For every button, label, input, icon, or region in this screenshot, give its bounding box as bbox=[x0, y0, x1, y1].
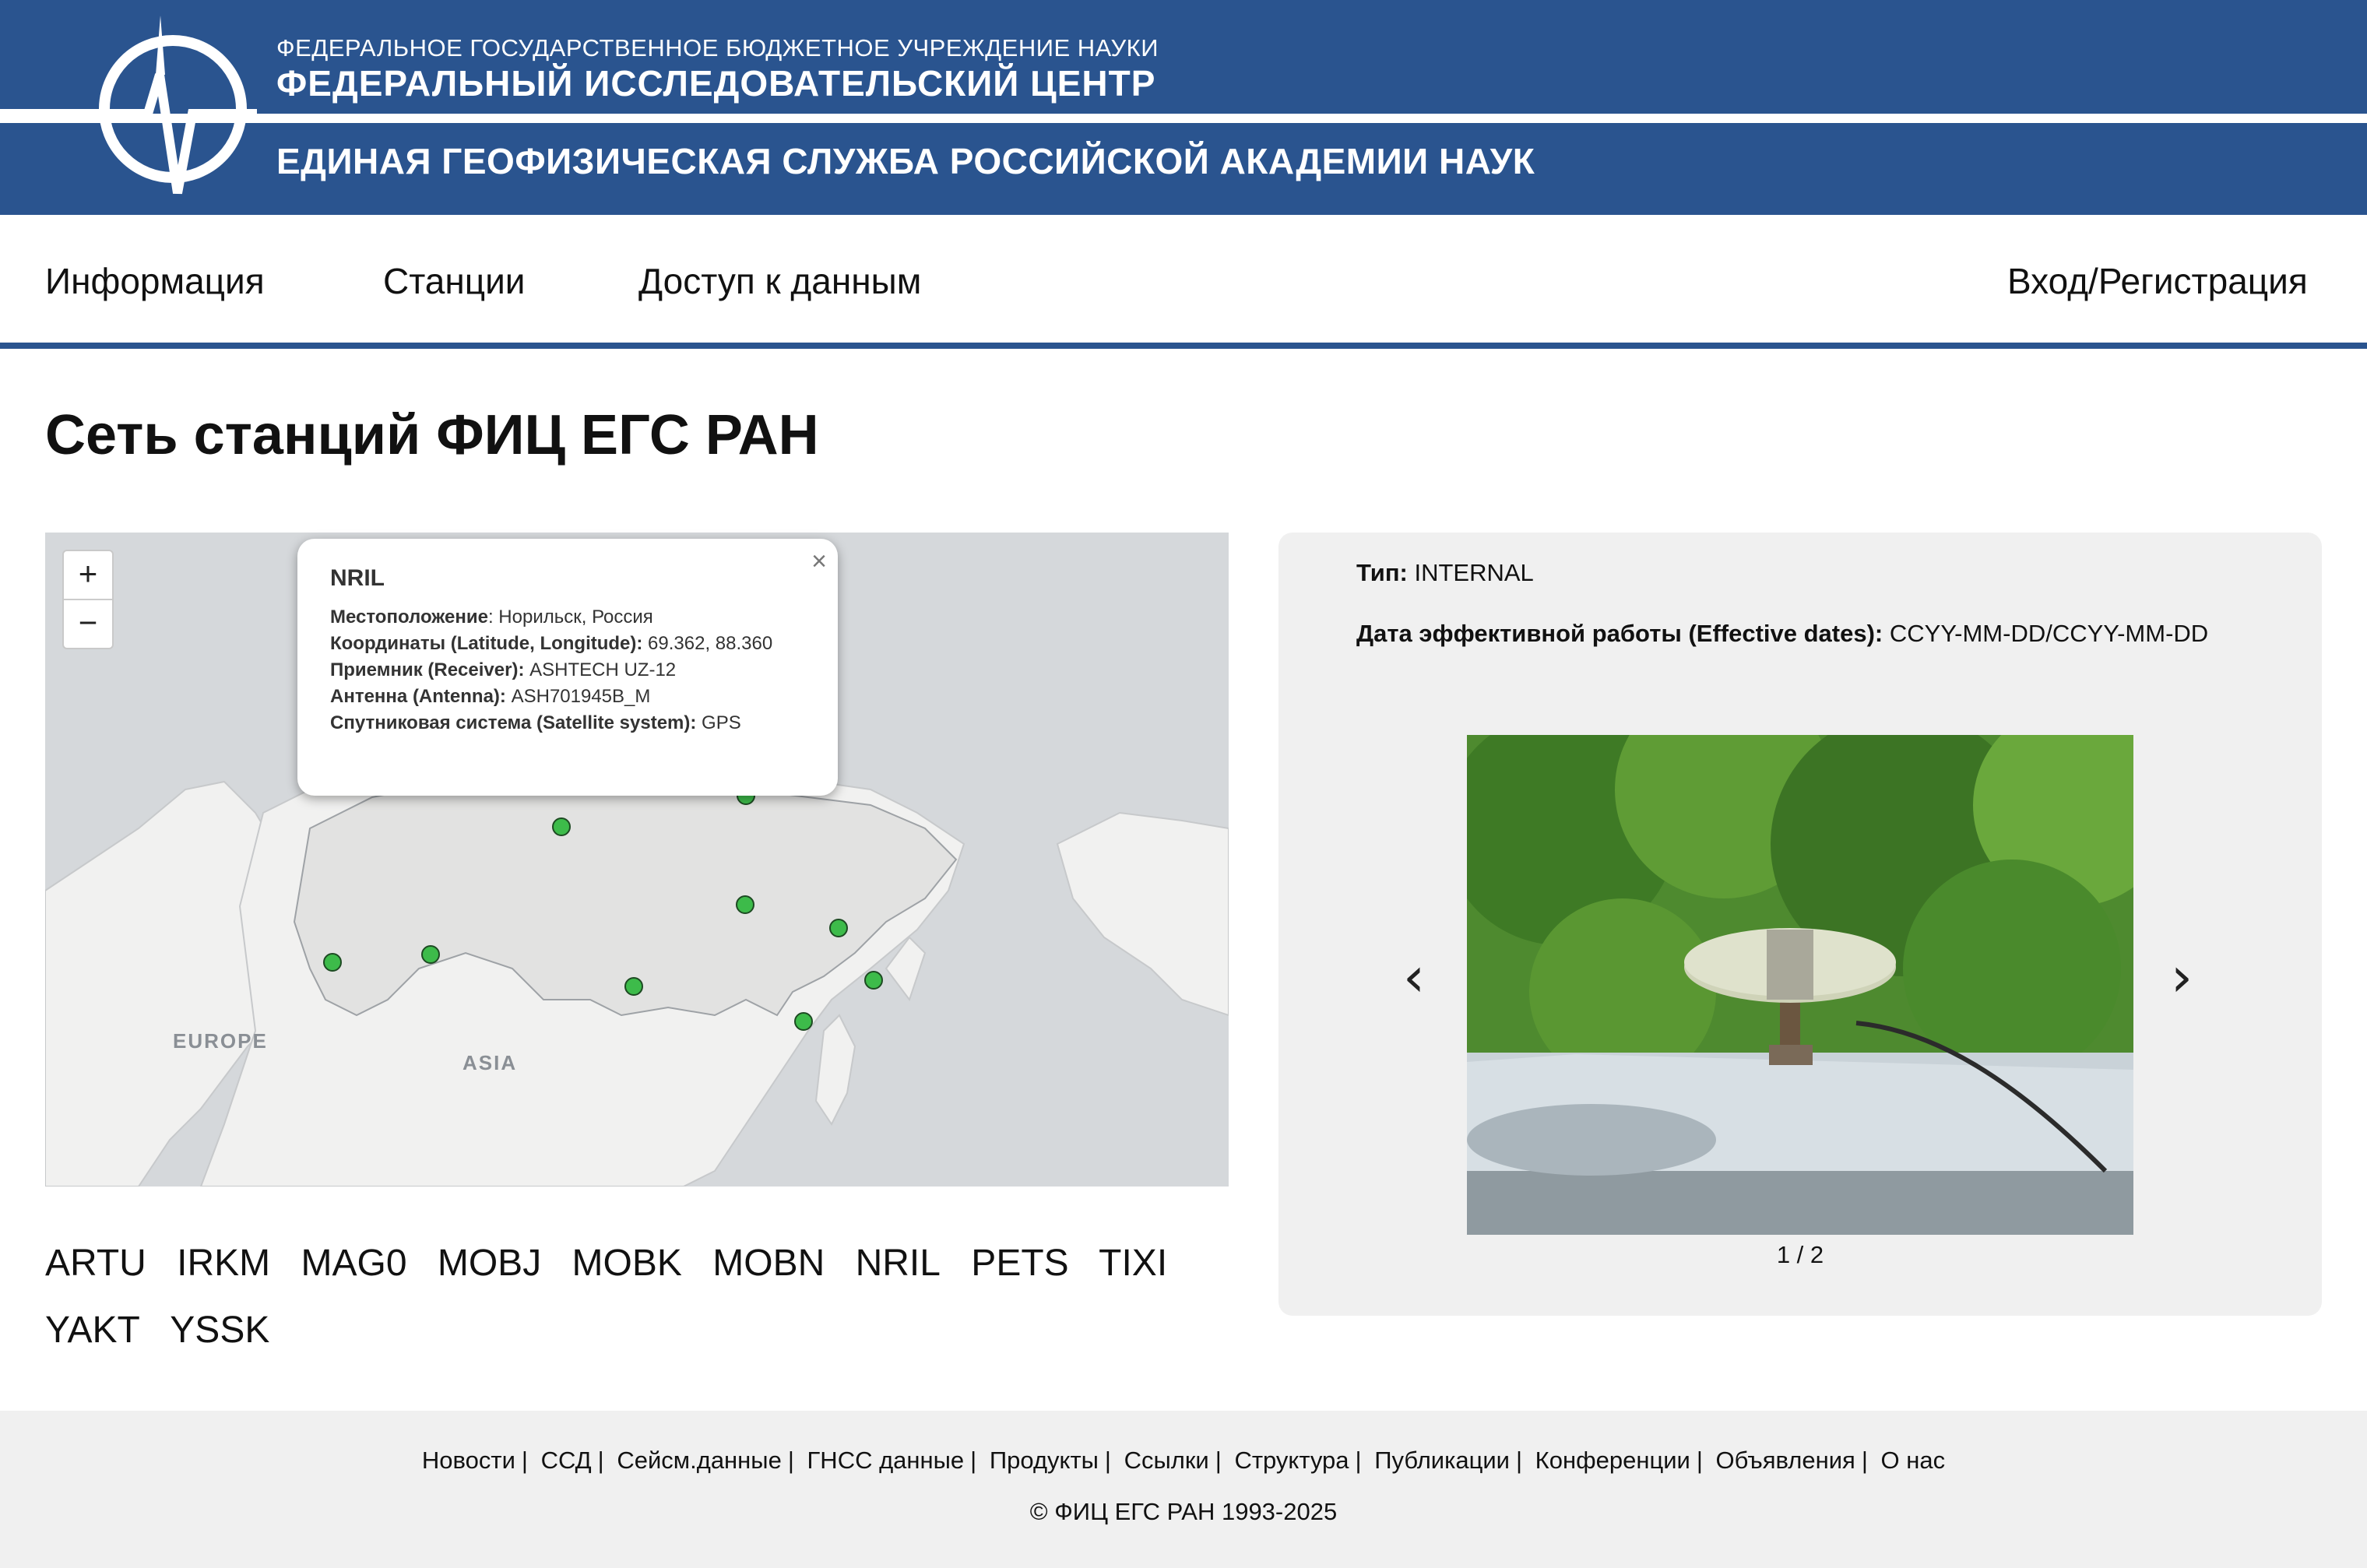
popup-coords-label: Координаты (Latitude, Longitude): bbox=[330, 633, 643, 654]
popup-location-value: : Норильск, Россия bbox=[487, 606, 653, 628]
header-banner: ФЕДЕРАЛЬНОЕ ГОСУДАРСТВЕННОЕ БЮДЖЕТНОЕ УЧ… bbox=[0, 0, 2367, 215]
org-line-1: ФЕДЕРАЛЬНОЕ ГОСУДАРСТВЕННОЕ БЮДЖЕТНОЕ УЧ… bbox=[276, 34, 1159, 62]
footer-separator: | bbox=[1696, 1447, 1703, 1474]
popup-location-label: Местоположение bbox=[330, 606, 488, 628]
footer-separator: | bbox=[787, 1447, 794, 1474]
station-marker bbox=[624, 977, 643, 996]
header-stripe bbox=[0, 114, 2367, 123]
footer-separator: | bbox=[1515, 1447, 1523, 1474]
page-title: Сеть станций ФИЦ ЕГС РАН bbox=[45, 404, 819, 466]
popup-satellite-value: GPS bbox=[696, 712, 741, 733]
nav-item-information[interactable]: Информация bbox=[45, 260, 265, 302]
popup-close-icon[interactable]: × bbox=[811, 547, 827, 577]
station-link[interactable]: NRIL bbox=[856, 1243, 941, 1284]
station-marker bbox=[864, 971, 883, 990]
popup-coords-value: 69.362, 88.360 bbox=[642, 633, 773, 654]
type-value: INTERNAL bbox=[1407, 559, 1534, 586]
footer-link-products[interactable]: Продукты bbox=[990, 1447, 1099, 1474]
station-photo bbox=[1467, 735, 2133, 1235]
station-marker bbox=[794, 1012, 813, 1031]
login-link[interactable]: Вход/Регистрация bbox=[2007, 260, 2308, 302]
footer-links: Новости | ССД | Сейсм.данные | ГНСС данные |… bbox=[0, 1447, 2367, 1475]
popup-satellite-label: Спутниковая система (Satellite system): bbox=[330, 712, 697, 733]
popup-receiver-label: Приемник (Receiver): bbox=[330, 659, 525, 680]
type-row: Тип: INTERNAL bbox=[1356, 559, 1534, 587]
nav-item-stations[interactable]: Станции bbox=[383, 260, 526, 302]
footer-link-gnss-data[interactable]: ГНСС данные bbox=[807, 1447, 965, 1474]
station-details-panel: Тип: INTERNAL Дата эффективной работы (E… bbox=[1278, 533, 2322, 1316]
station-link[interactable]: YSSK bbox=[170, 1310, 269, 1351]
station-link[interactable]: PETS bbox=[971, 1243, 1068, 1284]
popup-body: Местоположение: Норильск, Россия Координ… bbox=[330, 604, 797, 737]
org-line-3: ЕДИНАЯ ГЕОФИЗИЧЕСКАЯ СЛУЖБА РОССИЙСКОЙ А… bbox=[276, 141, 1535, 181]
dates-label: Дата эффективной работы (Effective dates… bbox=[1356, 620, 1883, 647]
footer-link-conferences[interactable]: Конференции bbox=[1535, 1447, 1690, 1474]
footer-separator: | bbox=[1215, 1447, 1222, 1474]
photo-counter: 1 / 2 bbox=[1776, 1241, 1824, 1268]
station-link[interactable]: IRKM bbox=[177, 1243, 270, 1284]
footer-link-links[interactable]: Ссылки bbox=[1124, 1447, 1209, 1474]
station-link[interactable]: MAG0 bbox=[301, 1243, 406, 1284]
logo[interactable] bbox=[0, 0, 257, 215]
station-link[interactable]: YAKT bbox=[45, 1310, 140, 1351]
org-line-2: ФЕДЕРАЛЬНЫЙ ИССЛЕДОВАТЕЛЬСКИЙ ЦЕНТР bbox=[276, 63, 1156, 104]
footer-separator: | bbox=[1104, 1447, 1111, 1474]
chevron-right-icon[interactable]: › bbox=[2171, 945, 2193, 1009]
footer-separator: | bbox=[521, 1447, 528, 1474]
footer-link-about[interactable]: О нас bbox=[1881, 1447, 1946, 1474]
footer-link-announcements[interactable]: Объявления bbox=[1716, 1447, 1855, 1474]
footer-separator: | bbox=[1861, 1447, 1868, 1474]
footer-separator: | bbox=[1355, 1447, 1362, 1474]
chevron-left-icon[interactable]: ‹ bbox=[1403, 945, 1425, 1009]
dates-value: CCYY-MM-DD/CCYY-MM-DD bbox=[1883, 620, 2209, 647]
station-marker bbox=[829, 919, 848, 937]
station-link[interactable]: ARTU bbox=[45, 1243, 146, 1284]
footer: Новости | ССД | Сейсм.данные | ГНСС данные |… bbox=[0, 1411, 2367, 1568]
footer-separator: | bbox=[970, 1447, 977, 1474]
station-marker bbox=[421, 945, 440, 964]
footer-separator: | bbox=[597, 1447, 604, 1474]
station-marker bbox=[323, 953, 342, 972]
dates-row: Дата эффективной работы (Effective dates… bbox=[1356, 620, 2208, 648]
footer-link-news[interactable]: Новости bbox=[422, 1447, 515, 1474]
popup-receiver-value: ASHTECH UZ-12 bbox=[524, 659, 677, 680]
nav-item-data-access[interactable]: Доступ к данным bbox=[638, 260, 921, 302]
station-list: ARTU IRKM MAG0 MOBJ MOBK MOBN NRIL PETS … bbox=[45, 1230, 1229, 1364]
footer-link-publications[interactable]: Публикации bbox=[1374, 1447, 1510, 1474]
station-link[interactable]: TIXI bbox=[1099, 1243, 1167, 1284]
footer-link-structure[interactable]: Структура bbox=[1234, 1447, 1349, 1474]
copyright: © ФИЦ ЕГС РАН 1993-2025 bbox=[1029, 1498, 1338, 1525]
station-marker bbox=[736, 895, 754, 914]
main-nav: Информация Станции Доступ к данным Вход/… bbox=[0, 215, 2367, 349]
popup-title: NRIL bbox=[330, 565, 385, 591]
footer-link-ssd[interactable]: ССД bbox=[541, 1447, 592, 1474]
station-link[interactable]: MOBK bbox=[572, 1243, 682, 1284]
type-label: Тип: bbox=[1356, 559, 1408, 586]
station-marker bbox=[552, 817, 571, 836]
popup-antenna-label: Антенна (Antenna): bbox=[330, 686, 506, 707]
footer-link-seismic-data[interactable]: Сейсм.данные bbox=[617, 1447, 781, 1474]
station-popup: × NRIL Местоположение: Норильск, Россия … bbox=[297, 539, 838, 796]
station-link[interactable]: MOBN bbox=[712, 1243, 825, 1284]
popup-antenna-value: ASH701945B_M bbox=[505, 686, 651, 707]
station-link[interactable]: MOBJ bbox=[438, 1243, 541, 1284]
